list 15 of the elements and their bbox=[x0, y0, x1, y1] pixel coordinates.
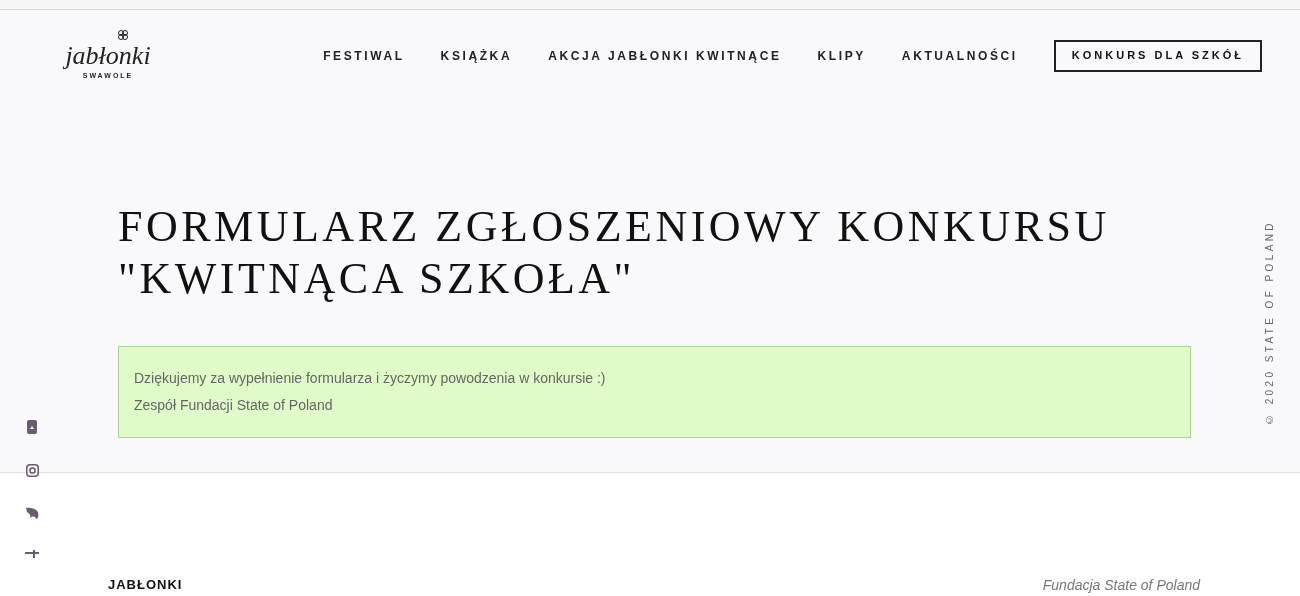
bird-icon[interactable] bbox=[25, 507, 39, 520]
nav-link[interactable]: AKCJA JABŁONKI KWITNĄCE bbox=[548, 46, 782, 65]
success-message: Dziękujemy za wypełnienie formularza i życzymy powodzenia w konkursie :) Zespół Fundacji State of Poland bbox=[118, 346, 1191, 438]
page-title: FORMULARZ ZGŁOSZENIOWY KONKURSU "KWITNĄCA SZKOŁA" bbox=[118, 201, 1111, 305]
organization-name: Fundacja State of Poland bbox=[1042, 576, 1200, 595]
nav-button[interactable]: KONKURS DLA SZKÓŁ bbox=[1053, 39, 1262, 72]
nav-link[interactable]: FESTIWAL bbox=[323, 46, 405, 65]
copyright-text: © 2020 STATE OF POLAND bbox=[1263, 220, 1276, 425]
nav-link[interactable]: AKTUALNOŚCI bbox=[901, 46, 1018, 65]
nav-link[interactable]: KLIPY bbox=[817, 46, 866, 65]
footer-heading: JABŁONKI bbox=[108, 576, 183, 594]
flower-icon bbox=[116, 29, 130, 42]
camera-icon[interactable] bbox=[25, 464, 39, 477]
nav-link[interactable]: KSIĄŻKA bbox=[440, 46, 513, 65]
video-icon[interactable] bbox=[26, 420, 38, 434]
